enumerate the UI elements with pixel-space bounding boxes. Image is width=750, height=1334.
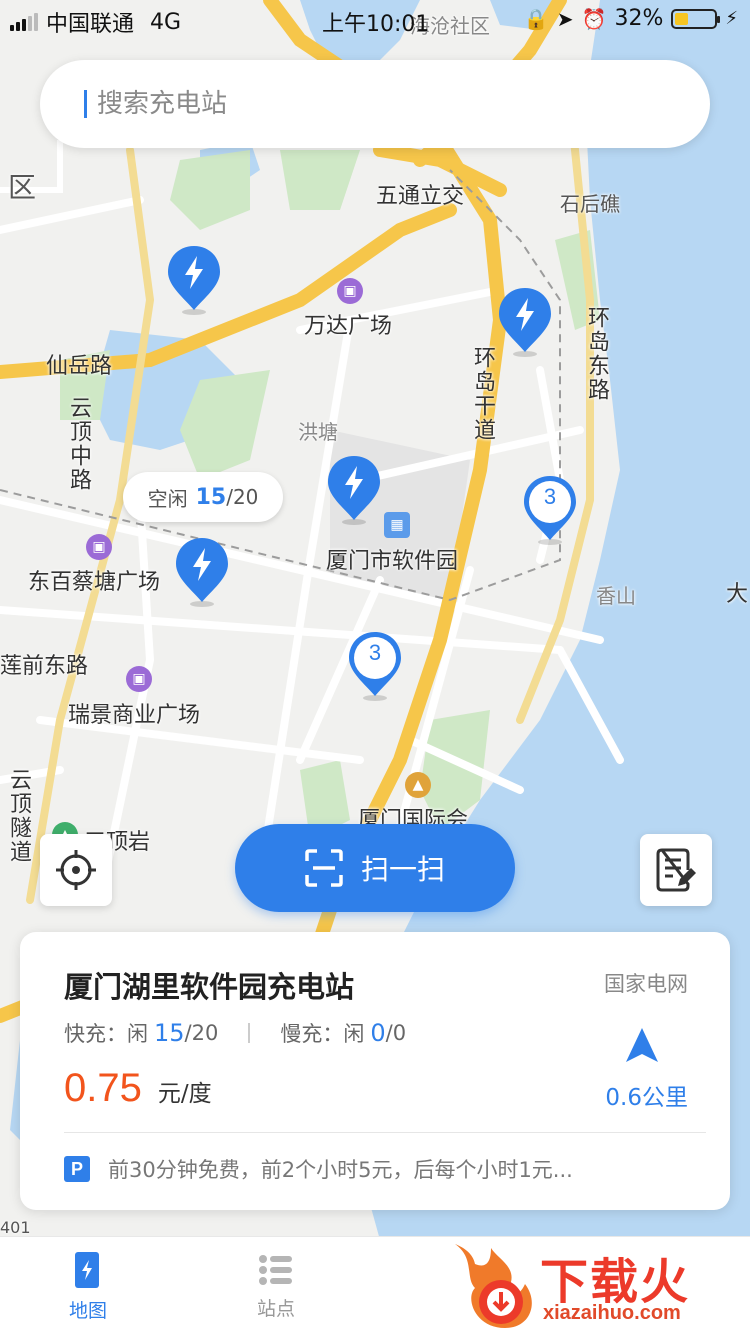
parking-info: P 前30分钟免费，前2个小时5元，后每个小时1元... xyxy=(64,1154,573,1184)
landmark-icon: ▲ xyxy=(405,772,431,798)
tab-stations-label: 站点 xyxy=(256,1297,295,1320)
signal-icon xyxy=(10,13,38,31)
station-card[interactable]: 厦门湖里软件园充电站 国家电网 快充：闲 15 /20 慢充：闲 0 /0 0.… xyxy=(20,932,730,1210)
map-label-lianqian-east: 莲前东路 xyxy=(0,654,89,679)
navigate-button[interactable] xyxy=(624,1026,660,1068)
fast-charge-label: 快充：闲 xyxy=(64,1022,148,1046)
map-label-xiangshan: 香山 xyxy=(596,584,636,608)
tab-map[interactable]: 地图 xyxy=(38,1237,138,1334)
map-label-yunding-mid: 云顶中路 xyxy=(66,396,91,492)
notes-button[interactable] xyxy=(640,834,712,906)
search-bar[interactable] xyxy=(40,60,710,148)
charging-station-pin-selected[interactable] xyxy=(326,454,382,526)
tab-stations[interactable]: 站点 xyxy=(226,1237,326,1334)
price: 0.75 元/度 xyxy=(64,1066,212,1111)
location-arrow-icon: ➤ xyxy=(556,6,574,31)
scan-label: 扫一扫 xyxy=(360,853,445,886)
navigation-arrow-icon xyxy=(626,1028,658,1062)
search-input[interactable] xyxy=(97,89,657,119)
cluster-pin[interactable]: 3 xyxy=(347,630,403,702)
cluster-count: 3 xyxy=(543,484,557,509)
battery-icon xyxy=(671,8,721,29)
cluster-count: 3 xyxy=(368,640,382,665)
map-label-xianyue-road: 仙岳路 xyxy=(46,354,113,379)
watermark-url: xiazaihuo.com xyxy=(543,1302,681,1324)
charging-station-pin[interactable] xyxy=(174,536,230,608)
tab-map-label: 地图 xyxy=(68,1299,107,1322)
price-unit: 元/度 xyxy=(157,1081,212,1107)
list-icon xyxy=(259,1254,292,1285)
map-label-da: 大 xyxy=(726,582,749,607)
map-label-road-401: 401 xyxy=(0,1218,31,1237)
station-name: 厦门湖里软件园充电站 xyxy=(64,970,355,1004)
watermark: 下载火 xiazaihuo.com xyxy=(445,1238,750,1334)
status-bar: 中国联通 4G 上午10:01 🔒 ➤ ⏰ 32% ⚡ xyxy=(0,0,750,40)
idle-total-count: /20 xyxy=(226,485,259,509)
map-label-software-park: 厦门市软件园 xyxy=(326,549,459,574)
station-distance: 0.6公里 xyxy=(605,1085,688,1111)
charger-availability: 快充：闲 15 /20 慢充：闲 0 /0 xyxy=(64,1018,406,1048)
search-caret xyxy=(84,90,87,118)
map-label-wanda: 万达广场 xyxy=(304,314,393,339)
slow-charge-total: /0 xyxy=(385,1021,407,1045)
lightning-icon xyxy=(499,288,551,357)
map-label-yunding-tunnel: 云顶隧道 xyxy=(6,768,31,864)
parking-text: 前30分钟免费，前2个小时5元，后每个小时1元... xyxy=(108,1158,573,1182)
slow-charge-label: 慢充：闲 xyxy=(280,1022,365,1046)
price-value: 0.75 xyxy=(64,1066,142,1110)
parking-icon: P xyxy=(64,1156,90,1182)
shopping-bag-icon: ▣ xyxy=(86,534,112,560)
shopping-bag-icon: ▣ xyxy=(337,278,363,304)
scan-button[interactable]: 扫一扫 xyxy=(235,824,515,912)
idle-count-bubble[interactable]: 空闲 15 /20 xyxy=(123,472,283,522)
idle-label: 空闲 xyxy=(147,486,188,511)
divider xyxy=(248,1023,251,1043)
card-divider xyxy=(64,1132,706,1133)
edit-document-icon xyxy=(656,848,696,892)
station-operator: 国家电网 xyxy=(604,972,688,996)
network-type: 4G xyxy=(150,9,182,35)
map-label-huandao-trunk: 环岛干道 xyxy=(470,346,495,442)
carrier-name: 中国联通 xyxy=(46,12,135,37)
map-label-huandao-east: 环岛东路 xyxy=(584,306,609,402)
slow-charge-free: 0 xyxy=(370,1019,386,1047)
map-label-hongtang: 洪塘 xyxy=(298,420,338,444)
lightning-icon xyxy=(176,538,228,607)
flame-logo-icon xyxy=(455,1244,532,1328)
map-label-interchange: 五通立交 xyxy=(376,184,465,209)
charging-station-pin[interactable] xyxy=(166,244,222,316)
shopping-bag-icon: ▣ xyxy=(126,666,152,692)
status-time: 上午10:01 xyxy=(322,12,430,37)
cluster-pin[interactable]: 3 xyxy=(522,474,578,546)
charging-station-pin[interactable] xyxy=(497,286,553,358)
lightning-icon xyxy=(168,246,220,315)
map-label-shihoujiao: 石后礁 xyxy=(560,192,620,216)
orientation-lock-icon: 🔒 xyxy=(523,6,549,31)
fast-charge-free: 15 xyxy=(154,1019,185,1047)
building-icon: ▦ xyxy=(384,512,410,538)
crosshair-icon xyxy=(56,850,96,890)
locate-button[interactable] xyxy=(40,834,112,906)
alarm-icon: ⏰ xyxy=(581,6,607,31)
fast-charge-total: /20 xyxy=(184,1021,219,1045)
battery-percent: 32% xyxy=(614,6,664,31)
map-label-ruijing-plaza: 瑞景商业广场 xyxy=(68,703,201,728)
map-label-district-left: 区 xyxy=(8,171,37,204)
idle-free-count: 15 xyxy=(195,484,227,510)
charging-pile-icon xyxy=(75,1251,99,1288)
map-label-dongbai-plaza: 东百蔡塘广场 xyxy=(28,570,161,595)
lightning-icon xyxy=(328,456,380,525)
charging-bolt-icon: ⚡ xyxy=(725,8,738,29)
scan-icon xyxy=(305,849,343,887)
